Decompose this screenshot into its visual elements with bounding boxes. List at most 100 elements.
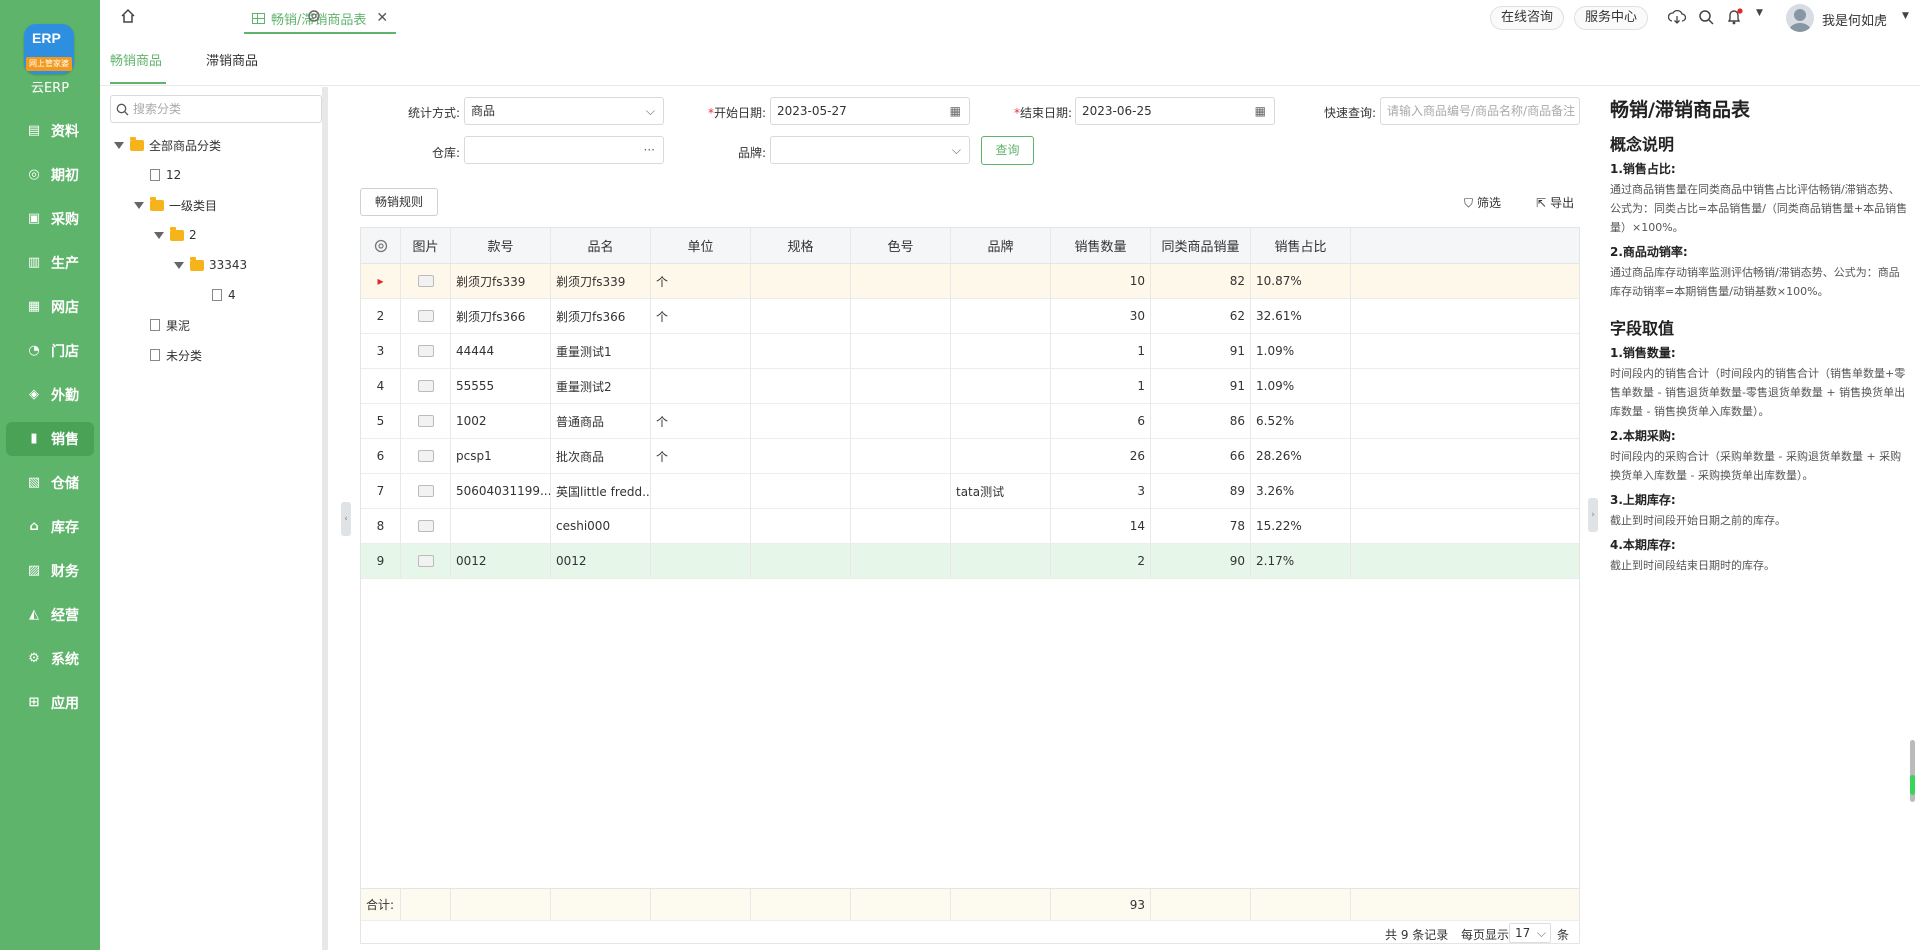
cell-qty: 2	[1051, 544, 1151, 578]
column-header[interactable]: 款号	[451, 228, 551, 263]
column-header[interactable]: 销售数量	[1051, 228, 1151, 263]
close-icon[interactable]: ✕	[376, 10, 388, 26]
tab-slow-goods[interactable]: 滞销商品	[206, 50, 258, 69]
search-icon[interactable]	[1698, 9, 1714, 29]
warehouse-select[interactable]: ···	[464, 136, 664, 164]
column-header[interactable]: 规格	[751, 228, 851, 263]
user-name[interactable]: 我是何如虎	[1822, 10, 1887, 29]
tree-node-33343[interactable]: 33343	[174, 255, 247, 275]
column-header[interactable]: 图片	[401, 228, 451, 263]
nav-item-7[interactable]: ▮ 销售	[6, 422, 94, 456]
collapse-left-handle[interactable]: ‹	[341, 502, 351, 536]
category-search-input[interactable]: 搜索分类	[110, 95, 322, 123]
cell-color	[851, 299, 951, 333]
query-button[interactable]: 查询	[981, 136, 1034, 165]
nav-item-3[interactable]: ▥ 生产	[6, 246, 94, 280]
nav-item-0[interactable]: ▤ 资料	[6, 114, 94, 148]
tree-node-2[interactable]: 2	[154, 225, 197, 245]
table-row[interactable]: 7 50604031199... 英国little fredd... tata测试 3 8…	[361, 474, 1579, 509]
nav-item-5[interactable]: ◔ 门店	[6, 334, 94, 368]
trend-icon: ◭	[29, 607, 39, 622]
tree-node-12[interactable]: 12	[150, 165, 181, 185]
nav-item-8[interactable]: ▧ 仓储	[6, 466, 94, 500]
help-panel: 畅销/滞销商品表 概念说明 1.销售占比: 通过商品销售量在同类商品中销售占比评…	[1598, 87, 1920, 950]
caret-down-icon[interactable]	[114, 141, 124, 149]
nav-item-12[interactable]: ⚙ 系统	[6, 642, 94, 676]
quick-search-input[interactable]: 请输入商品编号/商品名称/商品备注	[1380, 97, 1580, 125]
table-row[interactable]: 5 1002 普通商品个 6 86 6.52%	[361, 404, 1579, 439]
gear-icon: ⚙	[28, 651, 40, 666]
image-placeholder-icon	[401, 509, 451, 543]
more-icon[interactable]: ···	[644, 137, 655, 163]
home-icon[interactable]	[120, 8, 136, 28]
sub-tabs: 畅销商品 滞销商品	[100, 36, 1920, 86]
avatar[interactable]	[1786, 4, 1814, 32]
caret-down-icon[interactable]	[154, 231, 164, 239]
nav-item-1[interactable]: ◎ 期初	[6, 158, 94, 192]
nav-item-9[interactable]: ⌂ 库存	[6, 510, 94, 544]
gear-icon[interactable]	[306, 8, 322, 28]
user-caret-down-icon[interactable]: ▼	[1902, 11, 1909, 21]
sum-cell	[951, 889, 1051, 920]
end-date-input[interactable]: 2023-06-25 ▦	[1075, 97, 1275, 125]
table-row[interactable]: 8 ceshi000 14 78 15.22%	[361, 509, 1579, 544]
table-row[interactable]: ▸ 剃须刀fs339 剃须刀fs339 个 10 82 10.87%	[361, 264, 1579, 299]
export-button[interactable]: ⇱ 导出	[1536, 194, 1574, 211]
nav-item-10[interactable]: ▨ 财务	[6, 554, 94, 588]
nav-item-13[interactable]: ⊞ 应用	[6, 686, 94, 720]
tree-node-uncategorized[interactable]: 未分类	[150, 345, 202, 365]
caret-down-icon[interactable]	[174, 261, 184, 269]
image-placeholder-icon	[401, 544, 451, 578]
help-heading: 2.商品动销率:	[1610, 245, 1688, 259]
table-row[interactable]: 6 pcsp1 批次商品个 26 66 28.26%	[361, 439, 1579, 474]
nav-item-4[interactable]: ▦ 网店	[6, 290, 94, 324]
tree-scrollbar[interactable]	[322, 87, 328, 950]
cell-spec	[751, 474, 851, 508]
brand-select[interactable]: ⌵	[770, 136, 970, 164]
column-header[interactable]: 色号	[851, 228, 951, 263]
nav-item-label: 经营	[51, 608, 79, 624]
cell-qty: 1	[1051, 369, 1151, 403]
cell-spec	[751, 439, 851, 473]
bell-icon[interactable]	[1726, 8, 1746, 30]
start-date-label: *开始日期:	[707, 106, 766, 120]
column-header[interactable]: 品牌	[951, 228, 1051, 263]
help-text: 时间段内的销售合计（时间段内的销售合计（销售单数量+零售单数量 - 销售退货单数…	[1610, 367, 1906, 418]
table-row[interactable]: 2 剃须刀fs366 剃须刀fs366 个 30 62 32.61%	[361, 299, 1579, 334]
table-row[interactable]: 4 55555 重量测试2 1 91 1.09%	[361, 369, 1579, 404]
table-row[interactable]: 9 0012 0012 2 90 2.17%	[361, 544, 1579, 579]
per-page-select[interactable]: 17 ⌵	[1509, 923, 1551, 943]
calendar-icon[interactable]: ▦	[1255, 98, 1266, 124]
column-header[interactable]: 销售占比	[1251, 228, 1351, 263]
cloud-download-icon[interactable]	[1667, 9, 1687, 29]
column-header[interactable]: 单位	[651, 228, 751, 263]
online-consult-button[interactable]: 在线咨询	[1490, 6, 1565, 30]
nav-item-2[interactable]: ▣ 采购	[6, 202, 94, 236]
file-icon	[212, 289, 222, 301]
nav-item-11[interactable]: ◭ 经营	[6, 598, 94, 632]
cell-brand	[951, 264, 1051, 298]
caret-down-icon[interactable]	[134, 201, 144, 209]
tree-node-4[interactable]: 4	[212, 285, 236, 305]
nav-item-6[interactable]: ◈ 外勤	[6, 378, 94, 412]
tree-node-puree[interactable]: 果泥	[150, 315, 190, 335]
column-header[interactable]: 同类商品销量	[1151, 228, 1251, 263]
tree-node-all[interactable]: 全部商品分类	[114, 135, 221, 155]
cell-unit: 个	[651, 299, 751, 333]
calendar-icon[interactable]: ▦	[950, 98, 961, 124]
caret-down-icon[interactable]: ▼	[1756, 8, 1763, 18]
start-date-input[interactable]: 2023-05-27 ▦	[770, 97, 970, 125]
service-center-button[interactable]: 服务中心	[1574, 6, 1649, 30]
filter-button[interactable]: ⛉ 筛选	[1464, 194, 1501, 211]
column-settings-icon[interactable]	[361, 228, 401, 263]
hot-rule-button[interactable]: 畅销规则	[360, 188, 438, 216]
collapse-right-handle[interactable]: ›	[1588, 498, 1598, 532]
tab-hot-goods[interactable]: 畅销商品	[110, 50, 162, 69]
column-header[interactable]: 品名	[551, 228, 651, 263]
stat-method-select[interactable]: 商品 ⌵	[464, 97, 664, 125]
app-logo[interactable]: ERP 网上管家婆	[24, 24, 74, 74]
file-icon	[150, 169, 160, 181]
cell-unit	[651, 474, 751, 508]
tree-node-level1[interactable]: 一级类目	[134, 195, 217, 215]
table-row[interactable]: 3 44444 重量测试1 1 91 1.09%	[361, 334, 1579, 369]
